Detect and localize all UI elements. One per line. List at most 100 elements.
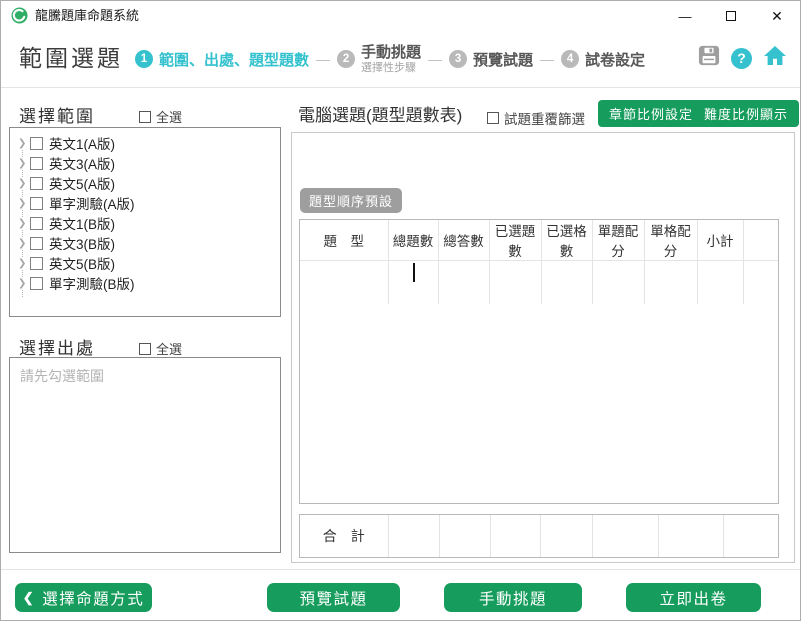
cell-subtotal[interactable] xyxy=(697,261,743,304)
tree-item-label: 英文3(B版) xyxy=(49,233,115,253)
page-title: 範圍選題 xyxy=(19,39,123,73)
tree-item-checkbox[interactable] xyxy=(30,217,43,230)
tree-item-vocab-b[interactable]: ❯ 單字測驗(B版) xyxy=(10,273,280,293)
range-tree: ❯ 英文1(A版) ❯ 英文3(A版) ❯ 英文5(A版) ❯ 單字測驗(A版)… xyxy=(9,127,281,317)
title-bar: 龍騰題庫命題系統 — ✕ xyxy=(1,1,800,31)
cell-question-type[interactable] xyxy=(300,261,388,304)
col-empty xyxy=(743,220,778,261)
source-placeholder: 請先勾選範圍 xyxy=(20,366,280,386)
chevron-right-icon[interactable]: ❯ xyxy=(18,198,30,209)
step-4-label: 試卷設定 xyxy=(585,49,645,70)
source-select-all-checkbox[interactable] xyxy=(139,343,151,355)
duplicate-filter-checkbox[interactable] xyxy=(487,112,499,124)
step-2-manual-pick: 2 手動挑題 選擇性步驟 xyxy=(337,44,421,75)
tree-item-vocab-a[interactable]: ❯ 單字測驗(A版) xyxy=(10,193,280,213)
total-label: 合 計 xyxy=(300,515,388,557)
tree-item-eng3b[interactable]: ❯ 英文3(B版) xyxy=(10,233,280,253)
back-to-mode-button[interactable]: ❮ 選擇命題方式 xyxy=(15,583,152,612)
range-section-title: 選擇範圍 xyxy=(19,102,95,127)
tree-item-label: 英文1(A版) xyxy=(49,133,115,153)
question-type-table: 題 型 總題數 總答數 已選題數 已選格數 單題配分 單格配分 小計 xyxy=(299,219,779,504)
close-button[interactable]: ✕ xyxy=(754,1,800,31)
col-selected-questions: 已選題數 xyxy=(489,220,541,261)
chevron-right-icon[interactable]: ❯ xyxy=(18,278,30,289)
total-cell xyxy=(723,515,778,557)
help-icon[interactable]: ? xyxy=(731,48,752,69)
cell-empty[interactable] xyxy=(743,261,778,304)
tree-item-checkbox[interactable] xyxy=(30,237,43,250)
col-subtotal: 小計 xyxy=(697,220,743,261)
source-list[interactable]: 請先勾選範圍 xyxy=(9,357,281,553)
step-4-settings: 4 試卷設定 xyxy=(561,49,645,70)
step-3-circle: 3 xyxy=(449,50,467,68)
tree-item-eng3a[interactable]: ❯ 英文3(A版) xyxy=(10,153,280,173)
tree-item-checkbox[interactable] xyxy=(30,137,43,150)
tree-item-eng1b[interactable]: ❯ 英文1(B版) xyxy=(10,213,280,233)
total-cell xyxy=(658,515,723,557)
tree-item-checkbox[interactable] xyxy=(30,197,43,210)
cell-selected-blanks[interactable] xyxy=(541,261,592,304)
preview-questions-button[interactable]: 預覽試題 xyxy=(267,583,400,612)
tree-item-eng1a[interactable]: ❯ 英文1(A版) xyxy=(10,133,280,153)
tree-item-label: 英文5(B版) xyxy=(49,253,115,273)
tree-item-checkbox[interactable] xyxy=(30,277,43,290)
cell-selected-questions[interactable] xyxy=(489,261,541,304)
maximize-button[interactable] xyxy=(708,1,754,31)
minimize-button[interactable]: — xyxy=(662,1,708,31)
difficulty-ratio-button[interactable]: 難度比例顯示 xyxy=(693,100,799,127)
step-4-circle: 4 xyxy=(561,50,579,68)
chevron-right-icon[interactable]: ❯ xyxy=(18,138,30,149)
source-select-all[interactable]: 全選 xyxy=(139,339,182,358)
cell-points-per-question[interactable] xyxy=(592,261,644,304)
range-select-all[interactable]: 全選 xyxy=(139,107,182,126)
app-window: 龍騰題庫命題系統 — ✕ 範圍選題 1 範圍、出處、題型題數 — 2 手動挑題 … xyxy=(0,0,801,621)
chevron-left-icon: ❮ xyxy=(23,590,35,606)
chevron-right-icon[interactable]: ❯ xyxy=(18,158,30,169)
generate-exam-button[interactable]: 立即出卷 xyxy=(626,583,761,612)
tree-item-checkbox[interactable] xyxy=(30,157,43,170)
maximize-icon xyxy=(726,11,736,21)
cell-points-per-blank[interactable] xyxy=(644,261,697,304)
step-2-sublabel: 選擇性步驟 xyxy=(361,62,421,75)
col-total-questions: 總題數 xyxy=(388,220,438,261)
range-select-all-checkbox[interactable] xyxy=(139,111,151,123)
total-cell xyxy=(592,515,658,557)
step-3-preview: 3 預覽試題 xyxy=(449,49,533,70)
cell-total-answers[interactable] xyxy=(438,261,489,304)
chevron-right-icon[interactable]: ❯ xyxy=(18,178,30,189)
total-row: 合 計 xyxy=(300,515,778,557)
header-divider xyxy=(1,87,800,88)
chapter-ratio-button[interactable]: 章節比例設定 xyxy=(598,100,704,127)
step-separator: — xyxy=(428,51,442,67)
type-order-preset-button[interactable]: 題型順序預設 xyxy=(300,188,402,213)
col-selected-blanks: 已選格數 xyxy=(541,220,592,261)
step-1-label: 範圍、出處、題型題數 xyxy=(159,49,309,70)
duplicate-filter[interactable]: 試題重覆篩選 xyxy=(487,108,585,128)
manual-pick-button[interactable]: 手動挑題 xyxy=(444,583,582,612)
tree-item-checkbox[interactable] xyxy=(30,177,43,190)
chevron-right-icon[interactable]: ❯ xyxy=(18,218,30,229)
step-1-circle: 1 xyxy=(135,50,153,68)
chevron-right-icon[interactable]: ❯ xyxy=(18,238,30,249)
app-logo-icon xyxy=(11,7,28,29)
tree-item-eng5b[interactable]: ❯ 英文5(B版) xyxy=(10,253,280,273)
total-row-table: 合 計 xyxy=(299,514,779,558)
chevron-right-icon[interactable]: ❯ xyxy=(18,258,30,269)
home-icon[interactable] xyxy=(763,45,787,71)
col-points-per-blank: 單格配分 xyxy=(644,220,697,261)
tree-item-eng5a[interactable]: ❯ 英文5(A版) xyxy=(10,173,280,193)
table-empty-row[interactable] xyxy=(300,261,778,304)
total-cell xyxy=(490,515,540,557)
col-points-per-question: 單題配分 xyxy=(592,220,644,261)
range-select-all-label: 全選 xyxy=(156,107,182,126)
save-icon[interactable] xyxy=(698,45,720,71)
window-controls: — ✕ xyxy=(662,1,800,31)
step-separator: — xyxy=(316,51,330,67)
step-2-label: 手動挑題 xyxy=(361,44,421,61)
duplicate-filter-label: 試題重覆篩選 xyxy=(504,108,585,128)
back-button-label: 選擇命題方式 xyxy=(42,587,144,609)
footer-divider xyxy=(1,569,800,570)
tree-item-checkbox[interactable] xyxy=(30,257,43,270)
step-1-range: 1 範圍、出處、題型題數 xyxy=(135,49,309,70)
step-3-label: 預覽試題 xyxy=(473,49,533,70)
